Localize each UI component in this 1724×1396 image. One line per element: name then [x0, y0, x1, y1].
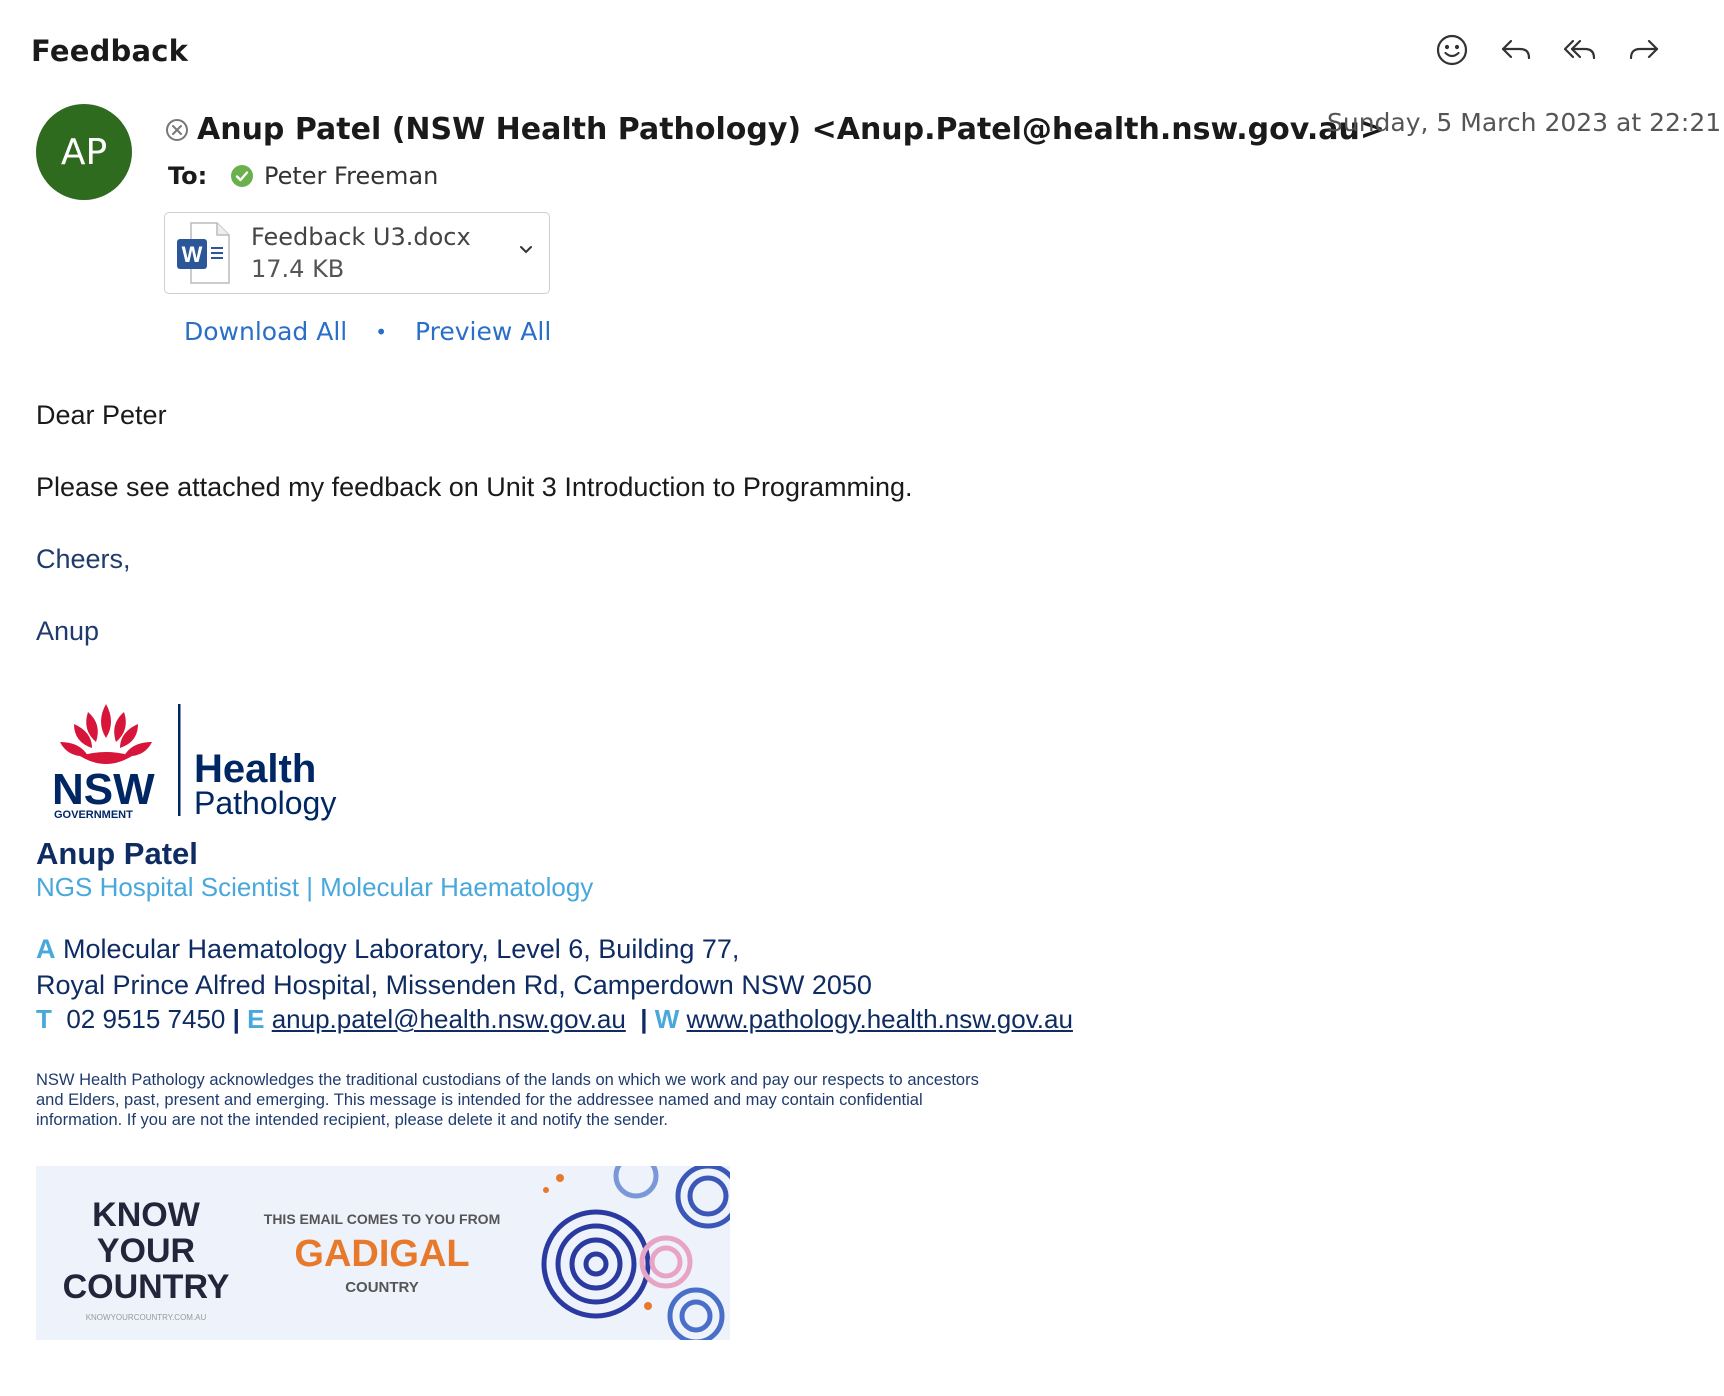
message-date: Sunday, 5 March 2023 at 22:21 — [1327, 108, 1722, 137]
message-toolbar — [1432, 30, 1664, 70]
chevron-down-icon[interactable] — [517, 241, 535, 259]
signature-contact: T 02 9515 7450 | E anup.patel@health.nsw… — [36, 1004, 1073, 1035]
banner-your: YOUR — [97, 1232, 195, 1270]
link-separator: • — [375, 319, 388, 344]
from-row: Anup Patel (NSW Health Pathology) <Anup.… — [165, 112, 1385, 147]
address-text: Molecular Haematology Laboratory, Level … — [63, 934, 740, 964]
reply-all-icon — [1563, 39, 1596, 60]
signature-name: Anup Patel — [36, 836, 198, 871]
svg-text:NSW: NSW — [52, 765, 155, 814]
verified-check-icon — [231, 165, 253, 187]
divider: | — [640, 1004, 648, 1034]
body-paragraph: Please see attached my feedback on Unit … — [36, 472, 913, 502]
phone-label: T — [36, 1004, 52, 1034]
banner-know: KNOW — [92, 1196, 201, 1234]
attachment-size: 17.4 KB — [251, 255, 345, 283]
signature-role: NGS Hospital Scientist | Molecular Haema… — [36, 872, 594, 902]
banner-line1: THIS EMAIL COMES TO YOU FROM — [264, 1211, 500, 1227]
avatar: AP — [36, 104, 132, 200]
attachment-name: Feedback U3.docx — [251, 223, 471, 251]
forward-button[interactable] — [1624, 30, 1664, 70]
website-link[interactable]: www.pathology.health.nsw.gov.au — [687, 1004, 1073, 1034]
react-button[interactable] — [1432, 30, 1472, 70]
know-your-country-banner: KNOW YOUR COUNTRY KNOWYOURCOUNTRY.COM.AU… — [36, 1166, 730, 1340]
banner-line2: GADIGAL — [294, 1233, 469, 1275]
preview-all-link[interactable]: Preview All — [415, 317, 551, 346]
disclaimer: NSW Health Pathology acknowledges the tr… — [36, 1071, 979, 1129]
reply-icon — [1501, 39, 1531, 60]
banner-line3: COUNTRY — [345, 1279, 419, 1296]
email-label: E — [247, 1004, 265, 1034]
banner-country: COUNTRY — [63, 1268, 230, 1306]
signature-address-line2: Royal Prince Alfred Hospital, Missenden … — [36, 970, 872, 1000]
recipient-row: To: Peter Freeman — [168, 162, 438, 190]
waratah-icon: NSW GOVERNMENT Health Pathology — [52, 704, 336, 821]
sign-name: Anup — [36, 616, 100, 646]
svg-text:W: W — [182, 242, 203, 267]
emoji-icon — [1436, 34, 1468, 66]
svg-text:GOVERNMENT: GOVERNMENT — [54, 809, 133, 821]
to-label: To: — [168, 162, 208, 190]
reply-button[interactable] — [1496, 30, 1536, 70]
svg-text:Pathology: Pathology — [194, 785, 336, 821]
closing: Cheers, — [36, 544, 131, 574]
address-label: A — [36, 934, 56, 964]
divider: | — [232, 1004, 240, 1034]
download-all-link[interactable]: Download All — [184, 317, 347, 346]
reply-all-button[interactable] — [1560, 30, 1600, 70]
remove-sender-icon[interactable] — [165, 118, 189, 142]
recipient-name[interactable]: Peter Freeman — [264, 162, 438, 190]
web-label: W — [654, 1004, 680, 1034]
signature-address-line1: A Molecular Haematology Laboratory, Leve… — [36, 934, 739, 965]
word-doc-icon: W — [175, 221, 231, 285]
email-subject: Feedback — [31, 34, 189, 68]
gadigal-country-artwork: KNOW YOUR COUNTRY KNOWYOURCOUNTRY.COM.AU… — [63, 1166, 730, 1340]
attachment-actions: Download All • Preview All — [184, 317, 551, 346]
email-link[interactable]: anup.patel@health.nsw.gov.au — [272, 1004, 626, 1034]
banner-site: KNOWYOURCOUNTRY.COM.AU — [86, 1313, 207, 1322]
nsw-health-pathology-logo: NSW GOVERNMENT Health Pathology — [48, 694, 368, 824]
attachment-card[interactable]: W Feedback U3.docx 17.4 KB — [164, 212, 550, 294]
sender-address[interactable]: Anup Patel (NSW Health Pathology) <Anup.… — [197, 112, 1385, 147]
concentric-circles-art — [541, 1166, 730, 1340]
greeting: Dear Peter — [36, 400, 167, 430]
phone-number: 02 9515 7450 — [66, 1004, 226, 1034]
forward-icon — [1629, 39, 1659, 60]
